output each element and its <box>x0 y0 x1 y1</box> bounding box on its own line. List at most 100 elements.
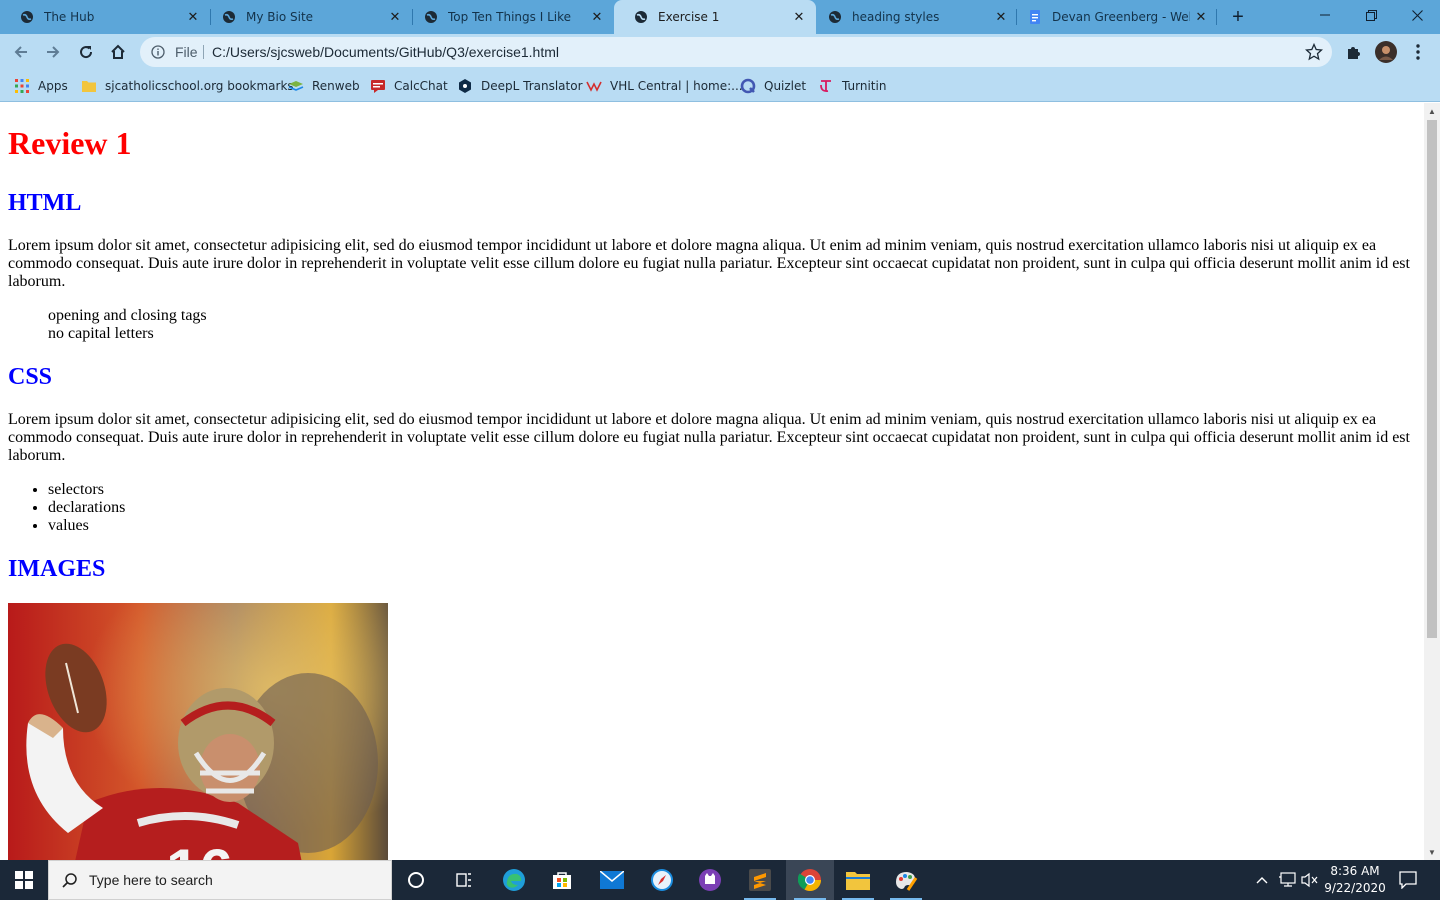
store-icon <box>553 872 571 889</box>
system-clock[interactable]: 8:36 AM 9/22/2020 <box>1322 863 1388 897</box>
section-heading-css: CSS <box>8 364 53 390</box>
bookmark-renweb[interactable]: Renweb <box>288 76 360 96</box>
browser-menu-button[interactable] <box>1404 38 1432 66</box>
bookmark-label: sjcatholicschool.org bookmarks <box>105 79 294 93</box>
store-app[interactable] <box>538 860 586 900</box>
omnibox-divider <box>203 45 204 59</box>
address-bar[interactable]: File C:/Users/sjcsweb/Documents/GitHub/Q… <box>140 37 1332 67</box>
globe-icon <box>829 11 841 23</box>
profile-avatar[interactable] <box>1372 38 1400 66</box>
page-viewport[interactable]: Review 1 HTML Lorem ipsum dolor sit amet… <box>0 103 1424 860</box>
close-tab-icon[interactable]: ✕ <box>384 6 406 28</box>
tab-exercise-1[interactable]: Exercise 1 ✕ <box>614 0 816 34</box>
task-view-icon <box>456 873 471 887</box>
turnitin-icon <box>820 80 831 93</box>
restore-icon <box>1365 9 1377 21</box>
home-button[interactable] <box>104 38 132 66</box>
page-content: Review 1 HTML Lorem ipsum dolor sit amet… <box>0 103 1424 860</box>
network-icon <box>1279 872 1296 887</box>
vhl-icon <box>586 81 602 92</box>
list-item: values <box>48 517 1416 535</box>
new-tab-button[interactable]: + <box>1226 5 1250 29</box>
bookmark-apps[interactable]: Apps <box>14 76 68 96</box>
task-view-button[interactable] <box>440 860 488 900</box>
vertical-scrollbar[interactable]: ▲ ▼ <box>1424 103 1440 860</box>
forward-button[interactable] <box>39 38 67 66</box>
close-tab-icon[interactable]: ✕ <box>1190 6 1212 28</box>
section-heading-images: IMAGES <box>8 556 106 582</box>
action-center-button[interactable] <box>1394 860 1422 900</box>
bookmark-label: VHL Central | home:... <box>610 79 743 93</box>
chrome-app[interactable] <box>786 860 834 900</box>
file-explorer-app[interactable] <box>834 860 882 900</box>
close-tab-icon[interactable]: ✕ <box>788 6 810 28</box>
tab-heading-styles[interactable]: heading styles ✕ <box>808 0 1018 34</box>
taskbar-search-box[interactable]: Type here to search <box>48 860 392 900</box>
extensions-button[interactable] <box>1340 38 1368 66</box>
tab-my-bio-site[interactable]: My Bio Site ✕ <box>202 0 412 34</box>
globe-icon <box>223 11 235 23</box>
close-tab-icon[interactable]: ✕ <box>182 6 204 28</box>
chrome-icon <box>798 869 821 891</box>
scroll-down-icon[interactable]: ▼ <box>1424 844 1440 860</box>
tab-the-hub[interactable]: The Hub ✕ <box>0 0 210 34</box>
back-button[interactable] <box>7 38 35 66</box>
bookmarks-bar: Apps sjcatholicschool.org bookmarks Renw… <box>0 70 1440 102</box>
bookmark-vhl[interactable]: VHL Central | home:... <box>586 76 743 96</box>
bookmark-star-icon[interactable] <box>1305 43 1323 61</box>
page-title: Review 1 <box>8 125 132 161</box>
mail-app[interactable] <box>588 860 636 900</box>
bookmark-label: Renweb <box>312 79 360 93</box>
info-icon[interactable] <box>151 45 165 59</box>
clock-time: 8:36 AM <box>1330 864 1380 878</box>
close-tab-icon[interactable]: ✕ <box>586 6 608 28</box>
puzzle-piece-icon <box>1348 47 1360 59</box>
list-item: selectors <box>48 481 1416 499</box>
paint-app[interactable] <box>882 860 930 900</box>
network-tray[interactable] <box>1276 860 1298 900</box>
css-paragraph: Lorem ipsum dolor sit amet, consectetur … <box>8 411 1410 464</box>
cortana-button[interactable] <box>392 860 440 900</box>
mail-icon <box>600 871 624 889</box>
scroll-up-icon[interactable]: ▲ <box>1424 103 1440 119</box>
tab-title: Top Ten Things I Like <box>448 10 571 24</box>
bookmark-turnitin[interactable]: Turnitin <box>818 76 886 96</box>
folder-icon <box>82 81 96 92</box>
clock-date: 9/22/2020 <box>1324 881 1386 895</box>
globe-icon <box>425 11 437 23</box>
bookmark-deepl[interactable]: DeepL Translator <box>457 76 583 96</box>
back-arrow-icon <box>14 46 27 58</box>
sublime-text-app[interactable] <box>736 860 784 900</box>
start-button[interactable] <box>0 860 48 900</box>
scroll-thumb[interactable] <box>1427 120 1437 638</box>
minimize-button[interactable] <box>1302 0 1348 30</box>
safari-icon <box>651 869 673 891</box>
close-window-button[interactable] <box>1394 0 1440 30</box>
show-hidden-icons-button[interactable] <box>1252 860 1272 900</box>
bookmark-folder-sjcatholic[interactable]: sjcatholicschool.org bookmarks <box>81 76 294 96</box>
kebab-menu-icon <box>1416 44 1420 60</box>
safari-app[interactable] <box>638 860 686 900</box>
bookmark-calcchat[interactable]: CalcChat <box>370 76 448 96</box>
football-player-photo: 16 <box>8 603 388 860</box>
tab-google-doc[interactable]: Devan Greenberg - Web Des ✕ <box>1008 0 1218 34</box>
reload-button[interactable] <box>72 38 100 66</box>
bookmark-quizlet[interactable]: Quizlet <box>740 76 806 96</box>
cortana-icon <box>408 872 424 888</box>
bookmark-label: Quizlet <box>764 79 807 93</box>
volume-tray[interactable] <box>1298 860 1320 900</box>
volume-muted-icon <box>1301 872 1318 888</box>
windows-taskbar: Type here to search 8:36 AM 9/22/2020 <box>0 860 1440 900</box>
tab-top-ten-things[interactable]: Top Ten Things I Like ✕ <box>404 0 614 34</box>
tab-strip: The Hub ✕ My Bio Site ✕ Top Ten Things I… <box>0 0 1440 34</box>
restore-button[interactable] <box>1348 0 1394 30</box>
css-list: selectors declarations values <box>8 481 1416 535</box>
search-placeholder: Type here to search <box>89 872 213 888</box>
url-text[interactable]: C:/Users/sjcsweb/Documents/GitHub/Q3/exe… <box>212 44 559 60</box>
bookmark-label: Apps <box>38 79 68 93</box>
mascot-app[interactable] <box>686 860 734 900</box>
calcchat-icon <box>371 80 385 93</box>
renweb-icon <box>288 81 304 91</box>
edge-app[interactable] <box>490 860 538 900</box>
html-paragraph: Lorem ipsum dolor sit amet, consectetur … <box>8 237 1410 290</box>
